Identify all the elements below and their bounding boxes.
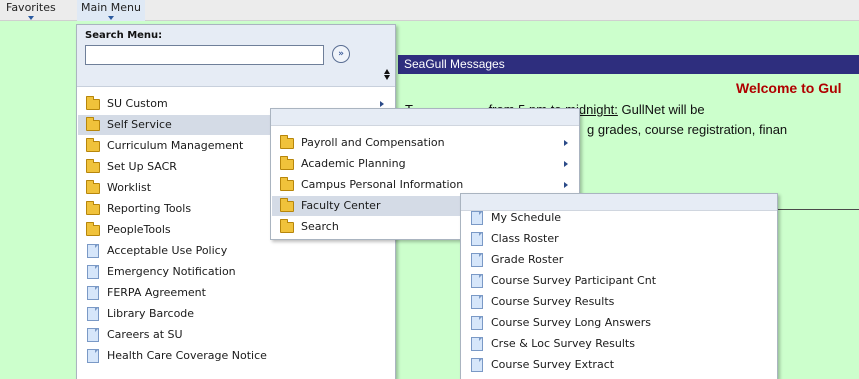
menu-item-course-survey-long-answers[interactable]: Course Survey Long Answers — [462, 313, 776, 333]
folder-icon — [280, 219, 294, 233]
document-icon — [471, 358, 483, 372]
folder-icon — [86, 138, 100, 152]
document-icon — [471, 274, 483, 288]
menu-item-label: FERPA Agreement — [107, 286, 206, 299]
faculty-center-submenu: My Schedule Class Roster Grade Roster Cours… — [460, 193, 778, 379]
menu-item-label: PeopleTools — [107, 223, 171, 236]
search-go-icon[interactable]: » — [332, 45, 350, 63]
folder-icon — [86, 117, 100, 131]
menu-item-label: Health Care Coverage Notice — [107, 349, 267, 362]
menu-item-my-schedule[interactable]: My Schedule — [462, 208, 776, 228]
menu-item-label: Course Survey Extract — [491, 358, 615, 371]
welcome-heading: Welcome to Gul — [736, 80, 842, 96]
menu-item-label: Library Barcode — [107, 307, 195, 320]
folder-icon — [86, 159, 100, 173]
favorites-dropdown-icon — [27, 16, 34, 20]
menu-item-label: Class Roster — [491, 232, 559, 245]
menu-item-label: Curriculum Management — [107, 139, 244, 152]
menu-item-label: Emergency Notification — [107, 265, 236, 278]
folder-icon — [86, 96, 100, 110]
search-menu-input[interactable] — [85, 45, 324, 65]
menu-item-label: Course Survey Results — [491, 295, 615, 308]
document-icon — [471, 316, 483, 330]
menu-item-label: Payroll and Compensation — [301, 136, 445, 149]
document-icon — [471, 295, 483, 309]
search-menu-label: Search Menu: — [85, 30, 163, 41]
folder-icon — [280, 135, 294, 149]
menu-item-label: Campus Personal Information — [301, 178, 464, 191]
document-icon — [87, 286, 99, 300]
menu-item-course-survey-results[interactable]: Course Survey Results — [462, 292, 776, 312]
menu-item-crse-and-loc-survey-results[interactable]: Crse & Loc Survey Results — [462, 334, 776, 354]
menu-item-label: Acceptable Use Policy — [107, 244, 228, 257]
menu-item-label: Careers at SU — [107, 328, 183, 341]
document-icon — [471, 253, 483, 267]
menu-item-label: Academic Planning — [301, 157, 406, 170]
folder-icon — [280, 177, 294, 191]
menu-item-label: SU Custom — [107, 97, 168, 110]
document-icon — [471, 337, 483, 351]
menu-item-payroll-and-compensation[interactable]: Payroll and Compensation — [272, 133, 578, 153]
submenu-arrow-icon — [380, 101, 384, 107]
menu-item-class-roster[interactable]: Class Roster — [462, 229, 776, 249]
document-icon — [87, 328, 99, 342]
main-menu-label: Main Menu — [81, 1, 141, 14]
document-icon — [471, 232, 483, 246]
menu-item-grade-roster[interactable]: Grade Roster — [462, 250, 776, 270]
menu-item-label: My Schedule — [491, 211, 562, 224]
document-icon — [87, 244, 99, 258]
menu-item-label: Crse & Loc Survey Results — [491, 337, 635, 350]
main-menu[interactable]: Main Menu — [77, 0, 145, 21]
menu-item-label: Self Service — [107, 118, 172, 131]
document-icon — [87, 265, 99, 279]
menu-item-course-survey-extract[interactable]: Course Survey Extract — [462, 355, 776, 375]
favorites-label: Favorites — [6, 1, 56, 14]
folder-icon — [280, 156, 294, 170]
menu-item-label: Grade Roster — [491, 253, 564, 266]
menu-item-emergency-notification[interactable]: Emergency Notification — [78, 262, 394, 282]
submenu-arrow-icon — [564, 161, 568, 167]
top-menubar: Favorites Main Menu — [0, 0, 859, 21]
document-icon — [87, 307, 99, 321]
folder-icon — [280, 198, 294, 212]
submenu-header — [271, 109, 579, 126]
menu-item-careers-at-su[interactable]: Careers at SU — [78, 325, 394, 345]
folder-icon — [86, 180, 100, 194]
menu-item-course-survey-participant-cnt[interactable]: Course Survey Participant Cnt — [462, 271, 776, 291]
menu-item-label: Course Survey Participant Cnt — [491, 274, 657, 287]
folder-icon — [86, 201, 100, 215]
menu-item-library-barcode[interactable]: Library Barcode — [78, 304, 394, 324]
menu-item-label: Set Up SACR — [107, 160, 177, 173]
menu-item-academic-planning[interactable]: Academic Planning — [272, 154, 578, 174]
folder-icon — [86, 222, 100, 236]
document-icon — [87, 349, 99, 363]
document-icon — [471, 211, 483, 225]
menu-item-acceptable-use-policy[interactable]: Acceptable Use Policy — [78, 241, 394, 261]
menu-item-label: Faculty Center — [301, 199, 381, 212]
message-line-1-suffix: GullNet will be — [617, 102, 705, 117]
menu-item-label: Reporting Tools — [107, 202, 192, 215]
menu-item-label: Worklist — [107, 181, 152, 194]
sort-up-down-icon[interactable] — [384, 69, 392, 81]
menu-item-ferpa-agreement[interactable]: FERPA Agreement — [78, 283, 394, 303]
menu-item-campus-personal-information[interactable]: Campus Personal Information — [272, 175, 578, 195]
submenu-arrow-icon — [564, 182, 568, 188]
menu-item-health-care-coverage-notice[interactable]: Health Care Coverage Notice — [78, 346, 394, 366]
main-menu-dropdown-icon — [107, 16, 114, 20]
submenu-arrow-icon — [564, 140, 568, 146]
seagull-messages-banner: SeaGull Messages — [398, 55, 859, 74]
menu-item-label: Search — [301, 220, 339, 233]
menu-item-label: Course Survey Long Answers — [491, 316, 652, 329]
search-menu-header: Search Menu: » — [77, 25, 395, 87]
favorites-menu[interactable]: Favorites — [6, 0, 56, 21]
message-line-2: g grades, course registration, finan — [587, 122, 788, 137]
